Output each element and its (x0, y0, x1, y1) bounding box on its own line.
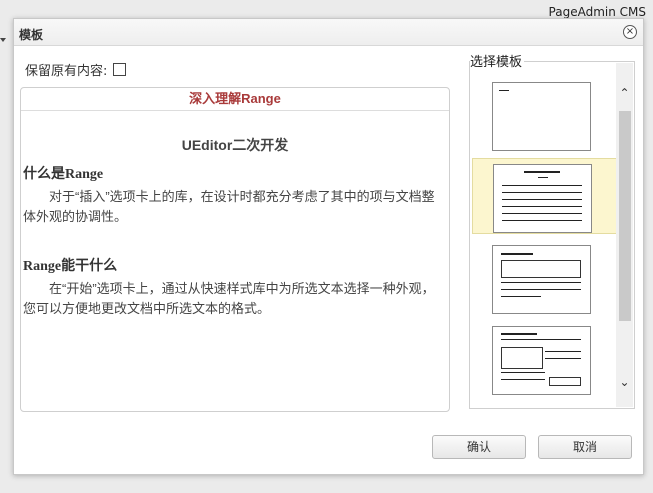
preview-heading-2: Range能干什么 (23, 259, 118, 274)
dropdown-arrow-icon[interactable] (0, 38, 6, 42)
preview-subtitle: UEditor二次开发 (181, 137, 289, 153)
preview-heading-1: 什么是Range (23, 167, 104, 182)
template-scrollbar[interactable]: ⌃ ⌄ (616, 63, 633, 407)
template-thumbnail (492, 245, 591, 314)
preview-title: 深入理解Range (21, 88, 449, 111)
template-item-3[interactable] (472, 240, 616, 314)
template-item-4[interactable] (472, 321, 616, 395)
scroll-down-icon[interactable]: ⌄ (616, 374, 633, 391)
dialog-titlebar[interactable]: 模板 × (14, 19, 643, 46)
preview-paragraph-1: 对于“插入”选项卡上的库，在设计时都充分考虑了其中的项与文档整体外观的协调性。 (23, 189, 435, 224)
keep-content-label: 保留原有内容: (25, 64, 108, 79)
keep-content-row: 保留原有内容: (25, 60, 127, 79)
template-preview: 深入理解Range UEditor二次开发 什么是Range 对于“插入”选项卡… (20, 87, 450, 412)
template-list: ⌃ ⌄ (469, 61, 635, 409)
template-dialog: 模板 × 保留原有内容: 深入理解Range UEditor二次开发 什么是Ra… (13, 18, 644, 475)
brand-label: PageAdmin CMS (548, 5, 646, 19)
template-select-label: 选择模板 (470, 51, 525, 70)
template-thumbnail (492, 326, 591, 395)
dialog-title: 模板 (19, 28, 44, 42)
confirm-button[interactable]: 确认 (432, 435, 526, 459)
template-thumbnail (493, 164, 592, 233)
template-item-1[interactable] (472, 77, 616, 151)
keep-content-checkbox[interactable] (113, 63, 127, 76)
scrollbar-thumb[interactable] (619, 111, 631, 321)
template-thumbnail (492, 82, 591, 151)
preview-paragraph-2: 在“开始”选项卡上，通过从快速样式库中为所选文本选择一种外观，您可以方便地更改文… (23, 281, 435, 316)
scroll-up-icon[interactable]: ⌃ (616, 85, 633, 102)
close-icon[interactable]: × (623, 25, 637, 39)
cancel-button[interactable]: 取消 (538, 435, 632, 459)
template-item-2[interactable] (472, 158, 618, 234)
